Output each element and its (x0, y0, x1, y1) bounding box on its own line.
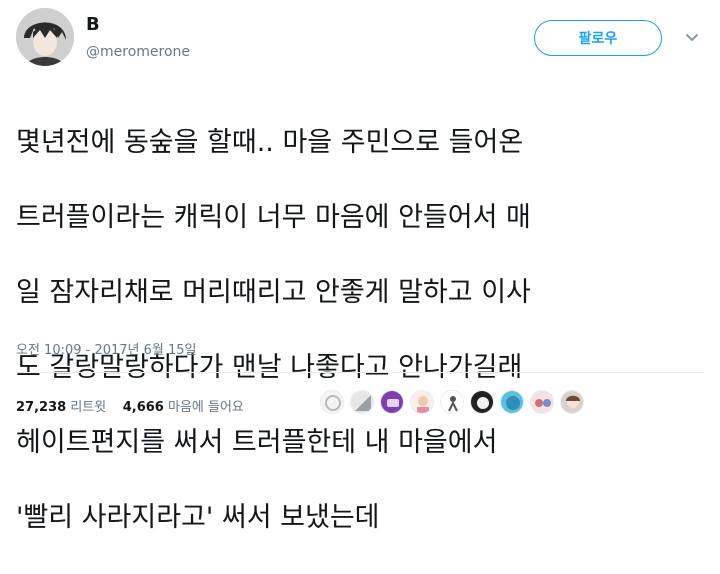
divider (16, 372, 704, 373)
display-name[interactable]: B (86, 14, 100, 35)
liker-avatar[interactable] (380, 390, 404, 414)
tweet-text-line: 헤이트편지를 써서 트러플한테 내 마을에서 (16, 426, 498, 458)
tweet-text-line: '빨리 사라지라고' 써서 보냈는데 (16, 501, 380, 533)
liker-avatar[interactable] (440, 390, 464, 414)
retweet-count: 27,238 (16, 400, 67, 415)
tweet-text-line: 트러플이라는 캐릭이 너무 마음에 안들어서 매 (16, 201, 531, 233)
liker-avatar[interactable] (410, 390, 434, 414)
liker-avatar[interactable] (470, 390, 494, 414)
tweet-text-line: 일 잠자리채로 머리때리고 안좋게 말하고 이사 (16, 276, 531, 308)
follow-button[interactable]: 팔로우 (534, 20, 662, 56)
retweet-label: 리트윗 (70, 400, 107, 415)
like-count: 4,666 (122, 400, 164, 415)
chevron-down-icon[interactable] (682, 28, 702, 48)
tweet-header: B @meromerone 팔로우 (0, 0, 720, 80)
liker-avatar[interactable] (560, 390, 584, 414)
tweet-text-line: 몇년전에 동숲을 할때.. 마을 주민으로 들어온 (16, 126, 524, 158)
user-handle[interactable]: @meromerone (86, 44, 190, 60)
liker-avatar[interactable] (350, 390, 374, 414)
like-stat[interactable]: 4,666 마음에 들어요 (123, 400, 244, 415)
tweet-stats: 27,238 리트윗 4,666 마음에 들어요 (16, 396, 244, 415)
retweet-stat[interactable]: 27,238 리트윗 (16, 400, 106, 415)
tweet-text: 몇년전에 동숲을 할때.. 마을 주민으로 들어온 트러플이라는 캐릭이 너무 … (16, 86, 706, 574)
liker-avatar[interactable] (530, 390, 554, 414)
like-label: 마음에 들어요 (168, 400, 244, 415)
liker-avatar[interactable] (320, 390, 344, 414)
liker-avatar[interactable] (500, 390, 524, 414)
tweet-timestamp[interactable]: 오전 10:09 - 2017년 6월 15일 (16, 339, 197, 358)
avatar[interactable] (16, 8, 74, 66)
avatar-image (16, 8, 74, 66)
